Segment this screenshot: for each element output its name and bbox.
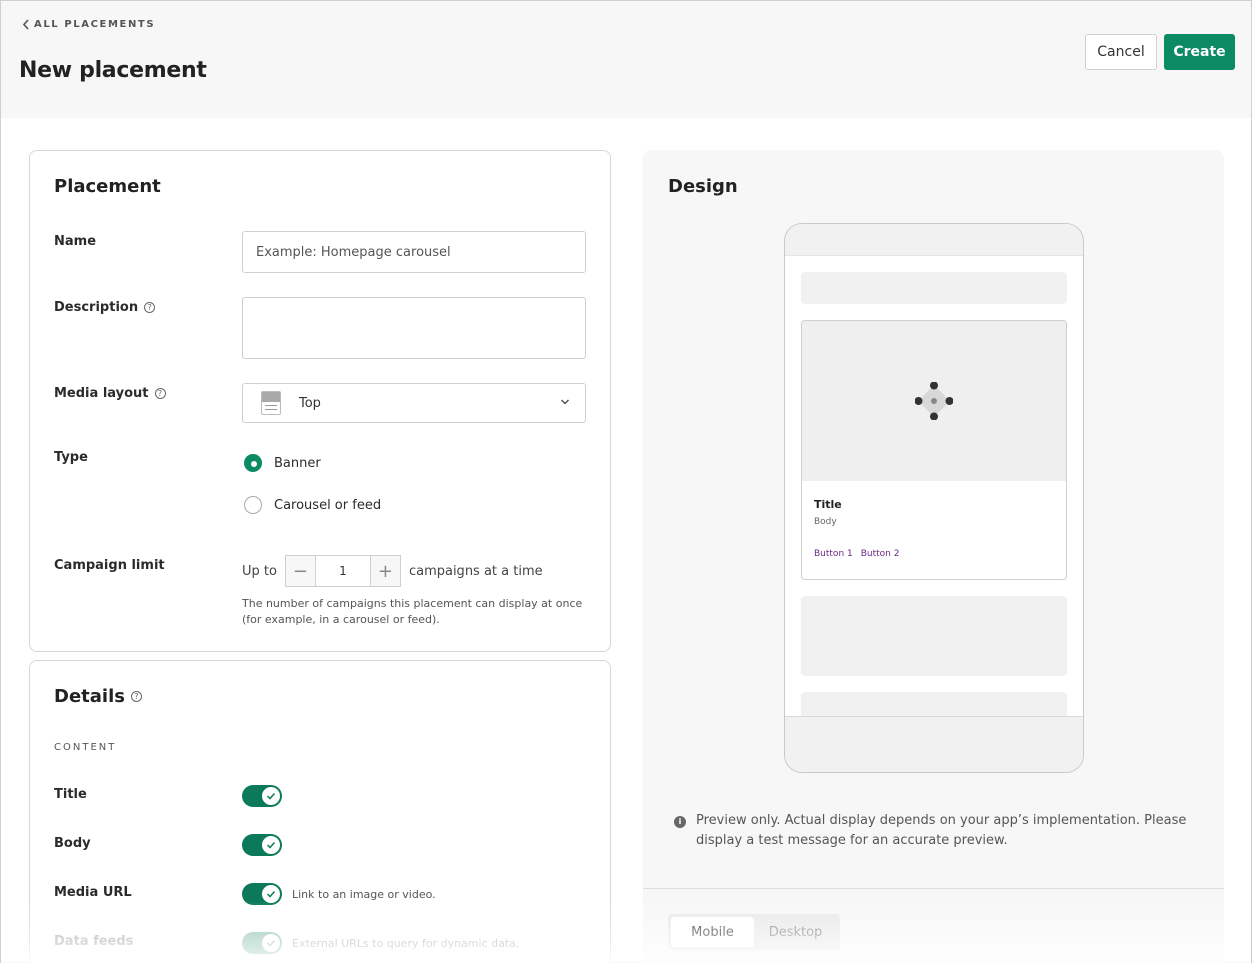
field-label-body: Body — [54, 836, 91, 851]
campaign-limit-help: The number of campaigns this placement c… — [242, 597, 583, 626]
cancel-button[interactable]: Cancel — [1085, 34, 1157, 70]
media-layout-label: Media layout ? — [54, 386, 166, 401]
campaign-limit-row: Up to − 1 + campaigns at a time — [242, 555, 543, 587]
description-input[interactable] — [242, 297, 586, 359]
check-icon — [262, 885, 280, 903]
type-option-label: Banner — [274, 455, 321, 471]
name-placeholder: Example: Homepage carousel — [256, 244, 451, 260]
content-caption: CONTENT — [54, 742, 117, 753]
details-title: Details — [54, 686, 125, 707]
create-button[interactable]: Create — [1164, 34, 1235, 70]
check-icon — [262, 934, 280, 952]
details-card: Details ? CONTENT Title Body Media URL L… — [29, 660, 611, 963]
placeholder-block — [801, 596, 1067, 676]
field-label-title: Title — [54, 787, 87, 802]
type-label-text: Type — [54, 450, 88, 465]
description-label-text: Description — [54, 300, 139, 315]
media-layout-value: Top — [299, 395, 321, 411]
radio-selected-icon[interactable] — [244, 454, 262, 472]
message-card-preview: Title Body Button 1 Button 2 — [801, 320, 1067, 580]
brand-logo-icon — [915, 382, 953, 420]
type-option-label: Carousel or feed — [274, 497, 382, 513]
device-toggle: Mobile Desktop — [668, 914, 840, 950]
media-layout-select[interactable]: Top — [242, 383, 586, 423]
decrement-button[interactable]: − — [284, 555, 316, 587]
campaign-limit-stepper: − 1 + — [284, 555, 401, 587]
help-icon[interactable]: ? — [130, 691, 142, 702]
increment-button[interactable]: + — [369, 555, 401, 587]
design-panel: Design Title Body Button 1 Button 2 i Pr… — [643, 150, 1224, 963]
field-label-media-url: Media URL — [54, 885, 132, 900]
preview-note-text: Preview only. Actual display depends on … — [696, 813, 1187, 848]
tab-mobile[interactable]: Mobile — [671, 917, 754, 947]
card-buttons: Button 1 Button 2 — [814, 549, 899, 559]
placement-card: Placement Name Example: Homepage carouse… — [29, 150, 611, 652]
limit-prefix: Up to — [242, 563, 277, 579]
limit-suffix: campaigns at a time — [408, 563, 543, 579]
toggle-body[interactable] — [242, 834, 282, 856]
data-feeds-note: External URLs to query for dynamic data. — [292, 937, 520, 950]
card-button-1: Button 1 — [814, 549, 853, 559]
name-input[interactable]: Example: Homepage carousel — [242, 231, 586, 273]
design-title: Design — [668, 176, 738, 197]
description-label: Description ? — [54, 300, 156, 315]
chevron-down-icon — [561, 399, 569, 405]
toggle-media-url[interactable] — [242, 883, 282, 905]
placeholder-bar — [801, 272, 1067, 304]
placement-title: Placement — [54, 176, 161, 197]
preview-note: i Preview only. Actual display depends o… — [674, 811, 1194, 851]
type-label: Type — [54, 450, 88, 465]
name-label: Name — [54, 234, 96, 249]
card-title: Title — [814, 498, 842, 511]
card-button-2: Button 2 — [860, 549, 900, 559]
radio-unselected-icon[interactable] — [244, 496, 262, 514]
media-placeholder — [802, 321, 1066, 481]
back-link[interactable]: ALL PLACEMENTS — [22, 19, 155, 30]
phone-bottom-bar — [785, 716, 1083, 772]
help-icon[interactable]: ? — [144, 302, 156, 313]
type-radio-carousel[interactable]: Carousel or feed — [244, 496, 381, 514]
phone-preview: Title Body Button 1 Button 2 — [784, 223, 1084, 773]
details-heading: Details ? — [54, 686, 142, 707]
name-label-text: Name — [54, 234, 97, 249]
check-icon — [262, 787, 280, 805]
campaign-limit-label-text: Campaign limit — [54, 558, 165, 573]
toggle-data-feeds — [242, 932, 282, 954]
info-icon: i — [674, 816, 686, 828]
back-link-label[interactable]: ALL PLACEMENTS — [34, 19, 155, 30]
page-header: ALL PLACEMENTS New placement Cancel Crea… — [1, 1, 1251, 118]
campaign-limit-label: Campaign limit — [54, 558, 165, 573]
divider — [643, 888, 1224, 889]
media-url-note: Link to an image or video. — [292, 888, 436, 901]
type-radio-banner[interactable]: Banner — [244, 454, 321, 472]
layout-top-icon — [261, 391, 281, 415]
toggle-title[interactable] — [242, 785, 282, 807]
campaign-limit-value[interactable]: 1 — [315, 555, 370, 587]
media-layout-label-text: Media layout — [54, 386, 149, 401]
chevron-left-icon — [22, 19, 29, 30]
field-label-data-feeds: Data feeds — [54, 934, 134, 949]
tab-desktop[interactable]: Desktop — [754, 917, 837, 947]
help-icon[interactable]: ? — [154, 388, 166, 399]
page-title: New placement — [19, 58, 207, 83]
phone-status-bar — [785, 224, 1083, 256]
card-body: Body — [814, 517, 837, 527]
check-icon — [262, 836, 280, 854]
